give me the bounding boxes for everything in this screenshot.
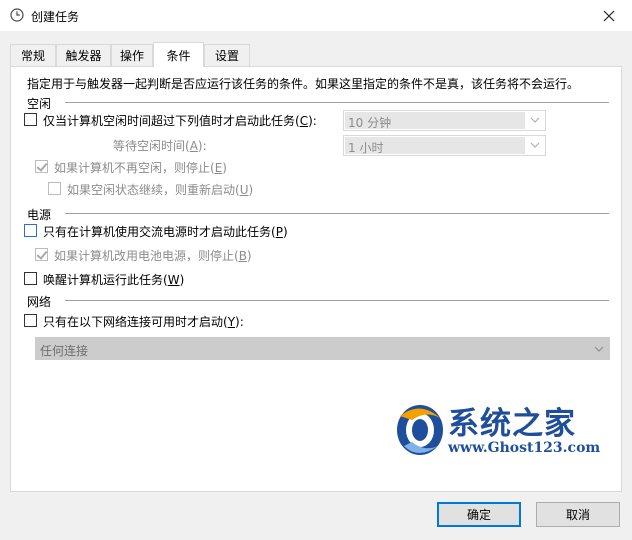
idle-duration-value: 10 分钟 <box>348 116 392 130</box>
idle-duration-dropdown[interactable]: 10 分钟 <box>343 110 546 131</box>
stop-on-battery-checkbox[interactable] <box>35 248 48 261</box>
tab-label: 触发器 <box>65 49 102 63</box>
network-divider <box>65 300 609 301</box>
start-if-idle-checkbox[interactable] <box>24 113 37 126</box>
stop-on-battery-label: 如果计算机改用电池电源，则停止(B) <box>54 249 252 263</box>
window-title: 创建任务 <box>31 10 80 24</box>
ac-only-checkbox[interactable] <box>24 224 37 237</box>
close-icon <box>603 10 615 21</box>
wake-checkbox[interactable] <box>24 272 37 285</box>
tab-conditions[interactable]: 条件 <box>153 42 204 67</box>
chevron-down-icon <box>530 142 540 148</box>
watermark-title: 系统之家 <box>448 406 576 442</box>
tab-settings[interactable]: 设置 <box>204 44 250 66</box>
power-divider <box>65 213 609 214</box>
network-group-label: 网络 <box>27 295 52 309</box>
clock-icon <box>10 8 24 22</box>
chevron-down-icon <box>530 117 540 123</box>
network-connection-value: 任何连接 <box>40 344 89 358</box>
wait-idle-label: 等待空闲时间(A): <box>113 139 207 153</box>
tab-label: 常规 <box>20 49 45 63</box>
stop-if-not-idle-checkbox[interactable] <box>35 160 48 173</box>
start-if-idle-label: 仅当计算机空闲时间超过下列值时才启动此任务(C): <box>43 114 317 128</box>
only-if-network-label: 只有在以下网络连接可用时才启动(Y): <box>43 315 244 329</box>
chevron-down-icon <box>594 346 604 352</box>
network-connection-dropdown[interactable]: 任何连接 <box>35 337 610 360</box>
tab-label: 操作 <box>119 49 144 63</box>
cancel-button[interactable]: 取消 <box>536 502 620 527</box>
close-button[interactable] <box>586 0 632 31</box>
conditions-description: 指定用于与触发器一起判断是否应运行该任务的条件。如果这里指定的条件不是真，该任务… <box>27 77 580 91</box>
wait-duration-dropdown[interactable]: 1 小时 <box>343 135 546 156</box>
restart-if-idle-checkbox[interactable] <box>48 182 61 195</box>
restart-if-idle-label: 如果空闲状态继续，则重新启动(U) <box>67 183 254 197</box>
stop-if-not-idle-label: 如果计算机不再空闲，则停止(E) <box>54 161 227 175</box>
wait-duration-value: 1 小时 <box>348 141 384 155</box>
wake-label: 唤醒计算机运行此任务(W) <box>43 273 185 287</box>
tab-label: 设置 <box>214 49 239 63</box>
tab-actions[interactable]: 操作 <box>111 44 153 66</box>
power-group-label: 电源 <box>27 208 52 222</box>
watermark-logo: 系统之家 www.Ghost123.com <box>390 396 622 466</box>
idle-divider <box>65 102 609 103</box>
tab-general[interactable]: 常规 <box>10 44 56 66</box>
tab-triggers[interactable]: 触发器 <box>56 44 111 66</box>
idle-group-label: 空闲 <box>27 97 52 111</box>
only-if-network-checkbox[interactable] <box>24 314 37 327</box>
ok-button[interactable]: 确定 <box>437 502 521 527</box>
tab-label: 条件 <box>166 48 191 63</box>
watermark-url: www.Ghost123.com <box>448 440 601 456</box>
ac-only-label: 只有在计算机使用交流电源时才启动此任务(P) <box>43 225 288 239</box>
title-bar: 创建任务 <box>0 0 632 31</box>
